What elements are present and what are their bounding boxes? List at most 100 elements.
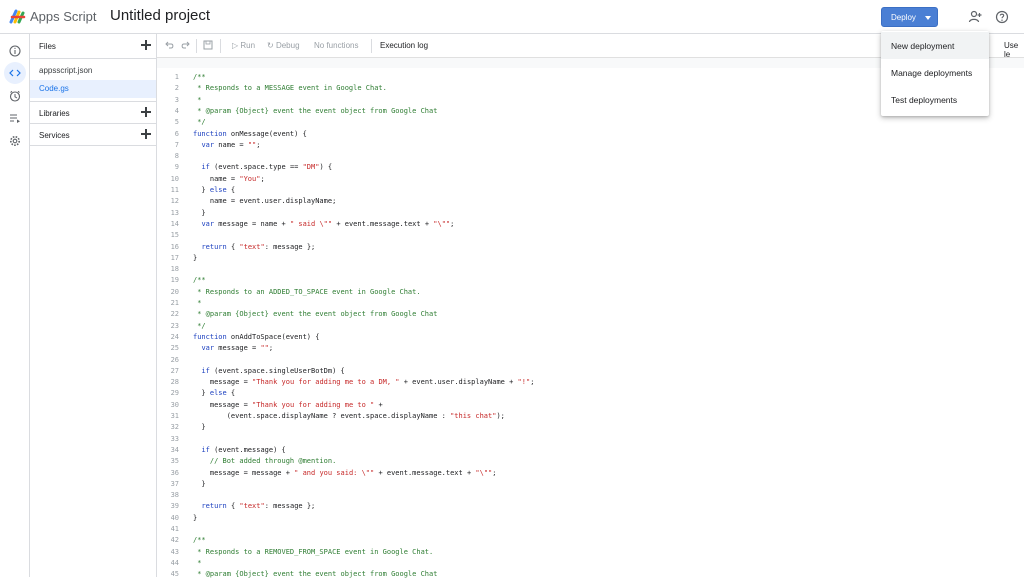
redo-icon[interactable] <box>180 40 190 50</box>
line-number: 20 <box>170 287 179 296</box>
line-number: 43 <box>170 547 179 556</box>
code-text: return { "text": message }; <box>201 502 316 511</box>
file-name: Code.gs <box>39 84 69 93</box>
code-line: 18 <box>157 264 1024 275</box>
menu-item-label: Manage deployments <box>891 68 973 78</box>
left-rail <box>0 34 30 577</box>
line-number: 4 <box>174 106 179 115</box>
line-number: 37 <box>170 479 179 488</box>
executions-nav-item[interactable] <box>4 107 26 129</box>
line-number: 10 <box>170 174 179 183</box>
line-number: 7 <box>174 140 179 149</box>
line-number: 25 <box>170 344 179 353</box>
info-icon <box>9 45 21 57</box>
apps-script-logo[interactable] <box>9 8 27 24</box>
use-legacy-label[interactable]: Use le <box>1004 41 1024 59</box>
toolbar-separator <box>371 39 372 53</box>
line-number: 6 <box>174 129 179 138</box>
add-service-plus-icon[interactable] <box>141 129 151 139</box>
file-item-appsscript-json[interactable]: appsscript.json <box>30 62 156 80</box>
code-line: 28 message = "Thank you for adding me to… <box>157 377 1024 388</box>
code-text: // Bot added through @mention. <box>193 457 337 466</box>
add-file-plus-icon[interactable] <box>141 40 151 50</box>
undo-icon[interactable] <box>165 40 175 50</box>
overview-nav-item[interactable] <box>4 40 26 62</box>
code-line: 11 } else { <box>157 185 1024 196</box>
debug-button[interactable]: ↻ Debug <box>267 41 300 50</box>
project-title[interactable]: Untitled project <box>110 7 210 24</box>
menu-item-label: New deployment <box>891 41 955 51</box>
code-text: } <box>193 208 206 217</box>
line-number: 5 <box>174 118 179 127</box>
execution-log-button[interactable]: Execution log <box>380 41 428 50</box>
code-line: 33 <box>157 434 1024 445</box>
settings-nav-item[interactable] <box>4 130 26 152</box>
code-text: if (event.space.singleUserBotDm) { <box>201 366 345 375</box>
line-number: 32 <box>170 423 179 432</box>
code-line: 45 * @param {Object} event the event obj… <box>157 569 1024 580</box>
code-text: */ <box>193 118 206 127</box>
line-number: 27 <box>170 366 179 375</box>
line-number: 41 <box>170 525 179 533</box>
menu-item-test-deployments[interactable]: Test deployments <box>881 86 989 113</box>
code-text: } <box>193 423 206 432</box>
code-line: 8 <box>157 151 1024 162</box>
code-line: 37 } <box>157 479 1024 490</box>
file-item-code-gs[interactable]: Code.gs <box>30 80 156 98</box>
code-text: * Responds to a MESSAGE event in Google … <box>193 84 387 93</box>
app-name[interactable]: Apps Script <box>30 9 96 24</box>
code-line: 39 return { "text": message }; <box>157 501 1024 512</box>
code-text: /** <box>193 73 206 81</box>
editor-nav-item[interactable] <box>4 62 26 84</box>
line-number: 22 <box>170 310 179 319</box>
line-number: 44 <box>170 558 179 567</box>
line-number: 3 <box>174 95 179 104</box>
line-number: 29 <box>170 389 179 398</box>
add-user-icon[interactable] <box>968 10 982 24</box>
code-text: message = message + " and you said: \"" … <box>193 468 497 477</box>
add-library-plus-icon[interactable] <box>141 107 151 117</box>
line-number: 17 <box>170 253 179 262</box>
code-line: 27 if (event.space.singleUserBotDm) { <box>157 366 1024 377</box>
deploy-button[interactable]: Deploy <box>881 7 938 27</box>
code-line: 35 // Bot added through @mention. <box>157 456 1024 467</box>
line-number: 33 <box>170 434 179 443</box>
code-line: 19 /** <box>157 275 1024 286</box>
run-button[interactable]: ▷ Run <box>232 41 255 50</box>
code-text: name = "You"; <box>193 174 265 183</box>
line-number: 30 <box>170 400 179 409</box>
code-text: var message = name + " said \"" + event.… <box>201 219 455 228</box>
menu-item-new-deployment[interactable]: New deployment <box>881 32 989 59</box>
triggers-nav-item[interactable] <box>4 85 26 107</box>
code-line: 43 * Responds to a REMOVED_FROM_SPACE ev… <box>157 547 1024 558</box>
code-text: * Responds to an ADDED_TO_SPACE event in… <box>193 287 421 296</box>
menu-item-manage-deployments[interactable]: Manage deployments <box>881 59 989 86</box>
code-line: 14 var message = name + " said \"" + eve… <box>157 219 1024 230</box>
function-selector[interactable]: No functions <box>314 41 358 50</box>
code-line: 6 function onMessage(event) { <box>157 129 1024 140</box>
caret-down-icon <box>925 16 931 20</box>
code-line: 42 /** <box>157 535 1024 546</box>
code-text: } else { <box>193 186 236 194</box>
code-editor[interactable]: 1 /** 2 * Responds to a MESSAGE event in G… <box>157 58 1024 580</box>
code-line: 36 message = message + " and you said: \… <box>157 468 1024 479</box>
code-text: message = "Thank you for adding me to " … <box>193 400 383 409</box>
code-line: 44 * <box>157 558 1024 569</box>
code-text: function onMessage(event) { <box>193 129 307 138</box>
code-line: 13 } <box>157 208 1024 219</box>
line-number: 35 <box>170 457 179 466</box>
help-icon[interactable] <box>995 10 1009 24</box>
code-text: * @param {Object} event the event object… <box>193 570 438 579</box>
code-line: 21 * <box>157 298 1024 309</box>
code-text: } <box>193 513 198 522</box>
code-line: 12 name = event.user.displayName; <box>157 196 1024 207</box>
save-icon[interactable] <box>203 40 213 50</box>
line-number: 45 <box>170 570 179 579</box>
code-line: 30 message = "Thank you for adding me to… <box>157 400 1024 411</box>
line-number: 36 <box>170 468 179 477</box>
code-line: 26 <box>157 355 1024 366</box>
line-number: 28 <box>170 378 179 387</box>
code-line: 40} <box>157 513 1024 524</box>
code-line: 16 return { "text": message }; <box>157 242 1024 253</box>
code-line: 10 name = "You"; <box>157 174 1024 185</box>
